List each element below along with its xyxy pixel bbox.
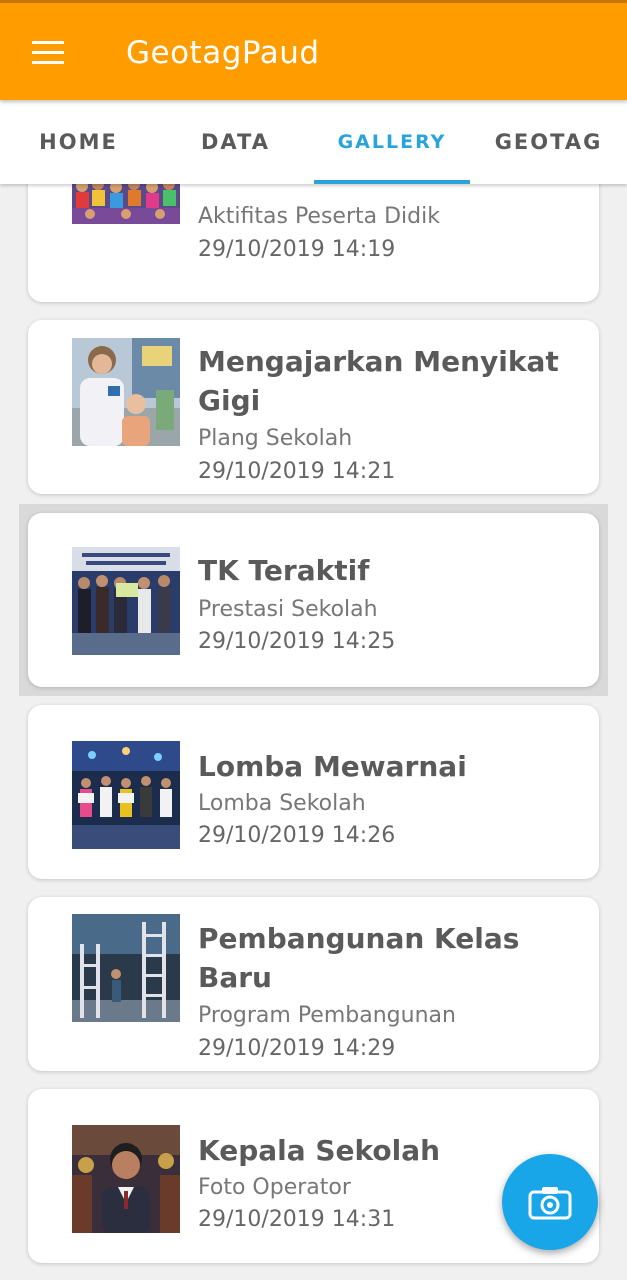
- gallery-card[interactable]: TK Teraktif Prestasi Sekolah 29/10/2019 …: [28, 513, 599, 687]
- gallery-card[interactable]: Sekolah Aktifitas Peserta Didik 29/10/20…: [28, 184, 599, 302]
- gallery-thumbnail: [72, 184, 180, 224]
- gallery-list[interactable]: Sekolah Aktifitas Peserta Didik 29/10/20…: [0, 184, 627, 1280]
- gallery-card[interactable]: Pembangunan Kelas Baru Program Pembangun…: [28, 897, 599, 1071]
- tab-gallery[interactable]: GALLERY: [314, 100, 470, 184]
- gallery-thumbnail: [72, 547, 180, 655]
- gallery-category: Aktifitas Peserta Didik: [198, 204, 440, 229]
- tab-geotag[interactable]: GEOTAG: [470, 100, 627, 184]
- gallery-category: Lomba Sekolah: [198, 791, 366, 816]
- gallery-card[interactable]: Mengajarkan Menyikat Gigi Plang Sekolah …: [28, 320, 599, 494]
- camera-icon: [528, 1187, 572, 1220]
- tab-bar: HOME DATA GALLERY GEOTAG: [0, 100, 627, 184]
- gallery-title: TK Teraktif: [198, 554, 370, 587]
- tab-data[interactable]: DATA: [157, 100, 314, 184]
- app-bar: GeotagPaud: [0, 0, 627, 100]
- gallery-datetime: 29/10/2019 14:19: [198, 237, 396, 262]
- tab-home[interactable]: HOME: [0, 100, 157, 184]
- gallery-datetime: 29/10/2019 14:21: [198, 459, 396, 484]
- menu-icon[interactable]: [22, 31, 74, 75]
- gallery-card[interactable]: Lomba Mewarnai Lomba Sekolah 29/10/2019 …: [28, 705, 599, 879]
- gallery-category: Program Pembangunan: [198, 1003, 456, 1028]
- gallery-title: Mengajarkan Menyikat Gigi: [198, 345, 559, 417]
- gallery-thumbnail: [72, 338, 180, 446]
- gallery-datetime: 29/10/2019 14:29: [198, 1036, 396, 1061]
- gallery-datetime: 29/10/2019 14:25: [198, 629, 396, 654]
- gallery-title: Pembangunan Kelas Baru: [198, 922, 520, 994]
- app-title: GeotagPaud: [126, 35, 320, 71]
- gallery-thumbnail: [72, 741, 180, 849]
- gallery-thumbnail: [72, 1125, 180, 1233]
- gallery-category: Prestasi Sekolah: [198, 597, 378, 622]
- gallery-datetime: 29/10/2019 14:31: [198, 1207, 396, 1232]
- gallery-datetime: 29/10/2019 14:26: [198, 823, 396, 848]
- gallery-category: Foto Operator: [198, 1175, 351, 1200]
- gallery-title: Sekolah: [198, 184, 578, 193]
- gallery-thumbnail: [72, 914, 180, 1022]
- gallery-category: Plang Sekolah: [198, 426, 353, 451]
- tab-indicator: [314, 180, 470, 184]
- gallery-title: Lomba Mewarnai: [198, 750, 467, 783]
- camera-fab-button[interactable]: [502, 1154, 598, 1250]
